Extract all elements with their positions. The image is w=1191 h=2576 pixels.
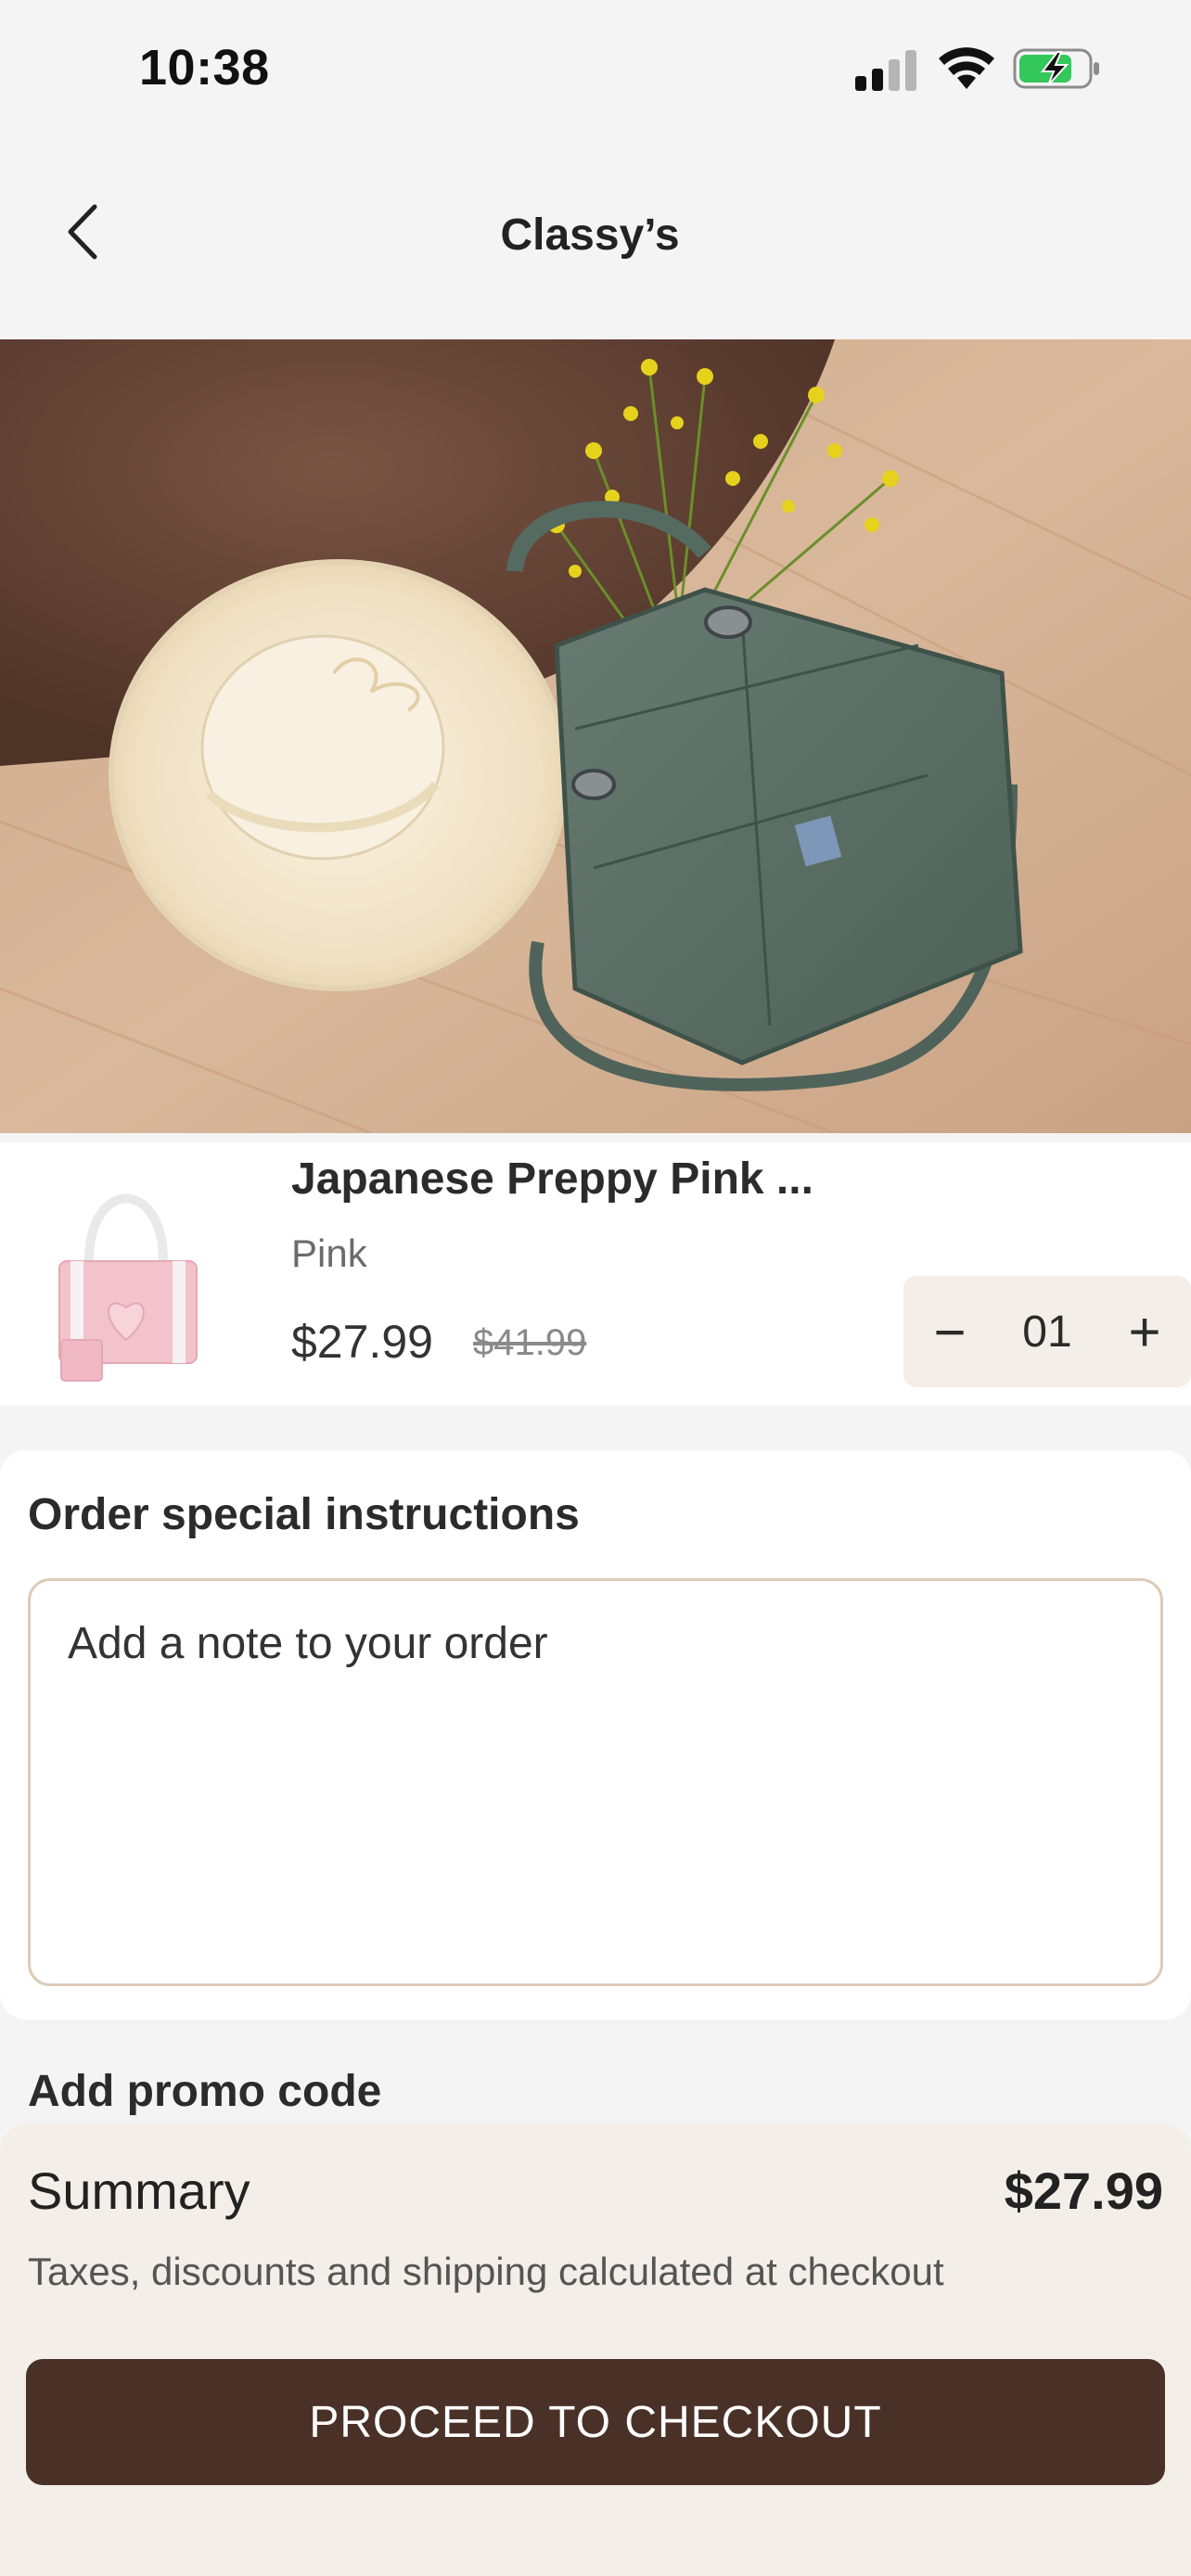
status-time: 10:38 xyxy=(139,40,270,96)
product-variant: Pink xyxy=(291,1231,367,1275)
add-promo-code-link[interactable]: Add promo code xyxy=(28,2066,381,2117)
proceed-to-checkout-button[interactable]: PROCEED TO CHECKOUT xyxy=(26,2359,1165,2485)
increment-button[interactable]: + xyxy=(1098,1276,1191,1387)
battery-charging-icon xyxy=(1013,48,1099,89)
hero-photo xyxy=(0,339,1191,1133)
wifi-icon xyxy=(939,47,994,89)
summary-sheet: Summary $27.99 Taxes, discounts and ship… xyxy=(0,2123,1191,2576)
plus-icon: + xyxy=(1128,1300,1161,1363)
product-name[interactable]: Japanese Preppy Pink ... xyxy=(291,1154,813,1205)
instructions-card: Order special instructions xyxy=(0,1450,1191,2020)
summary-note: Taxes, discounts and shipping calculated… xyxy=(28,2250,944,2293)
compare-at-price: $41.99 xyxy=(473,1322,587,1363)
product-thumbnail[interactable] xyxy=(33,1159,219,1391)
cart-item: Japanese Preppy Pink ... Pink $27.99 $41… xyxy=(0,1142,1191,1406)
status-bar: 10:38 xyxy=(0,0,1191,139)
checkout-button-label: PROCEED TO CHECKOUT xyxy=(309,2397,882,2447)
cart-screen: 10:38 Classy’s Japanese Preppy Pink ... … xyxy=(0,0,1191,2576)
instructions-title: Order special instructions xyxy=(28,1490,580,1539)
nav-bar: Classy’s xyxy=(0,176,1191,297)
order-note-field[interactable] xyxy=(28,1578,1163,1986)
product-price: $27.99 xyxy=(291,1316,433,1368)
quantity-stepper: − 01 + xyxy=(903,1276,1191,1387)
quantity-value: 01 xyxy=(1022,1307,1072,1357)
hero-image xyxy=(0,339,1191,1133)
minus-icon: − xyxy=(933,1300,967,1363)
decrement-button[interactable]: − xyxy=(903,1276,996,1387)
summary-label: Summary xyxy=(28,2162,250,2220)
page-title: Classy’s xyxy=(500,210,680,260)
summary-total: $27.99 xyxy=(1004,2162,1163,2220)
signal-icon xyxy=(855,50,916,91)
